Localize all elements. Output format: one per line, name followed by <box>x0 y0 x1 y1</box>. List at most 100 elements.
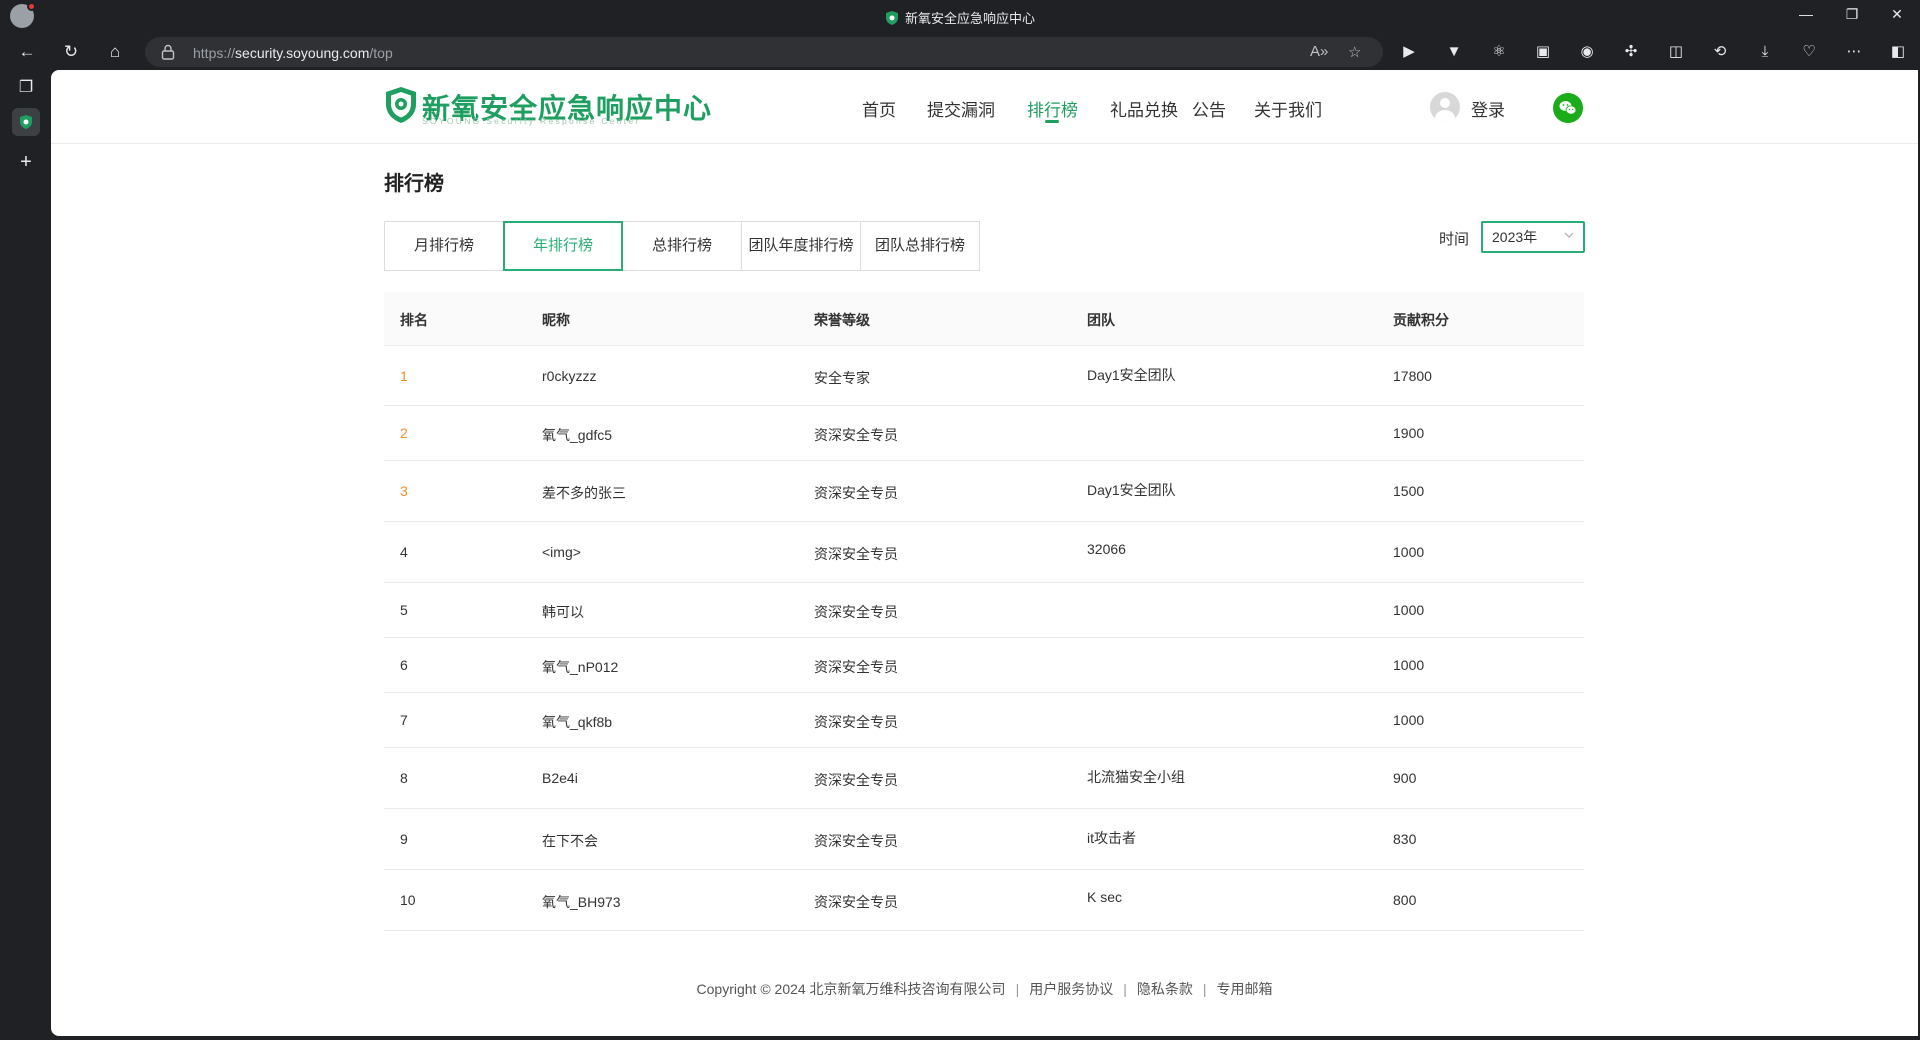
cell-level: 资深安全专员 <box>814 546 898 562</box>
read-aloud-icon[interactable]: A» <box>1310 43 1328 60</box>
header-team: 团队 <box>1087 312 1115 328</box>
nav-submit-vuln[interactable]: 提交漏洞 <box>927 96 995 121</box>
logo-shield-icon <box>386 87 416 123</box>
table-row[interactable]: 9 在下不会 资深安全专员 it攻击者 830 <box>384 809 1584 870</box>
time-label: 时间 <box>1439 231 1470 248</box>
tab-monthly[interactable]: 月排行榜 <box>384 221 504 271</box>
cell-rank: 8 <box>400 770 408 786</box>
nav-leaderboard[interactable]: 排行榜 <box>1027 96 1078 121</box>
cell-nickname: B2e4i <box>542 770 578 786</box>
cell-nickname: 氧气_nP012 <box>542 659 619 675</box>
browser-titlebar: 新氧安全应急响应中心 — ❐ ✕ <box>0 0 1920 34</box>
footer-link-email[interactable]: 专用邮箱 <box>1216 981 1272 997</box>
new-tab-icon[interactable]: + <box>12 148 40 176</box>
table-row[interactable]: 4 <img> 资深安全专员 32066 1000 <box>384 522 1584 583</box>
reload-icon[interactable]: ↻ <box>58 40 84 64</box>
split-screen-icon[interactable]: ◫ <box>1665 41 1687 63</box>
site-footer: Copyright © 2024 北京新氧万维科技咨询有限公司 | 用户服务协议 | 隐… <box>51 979 1918 999</box>
cell-points: 1000 <box>1393 544 1425 560</box>
browser-vertical-tabs: ❐ + <box>0 70 51 1040</box>
downloads-icon[interactable]: ⤓ <box>1754 41 1776 63</box>
cell-rank: 6 <box>400 657 408 673</box>
cell-nickname: 韩可以 <box>542 604 584 620</box>
page-viewport: 新氧安全应急响应中心 SOYOUNG Security Response Cen… <box>51 70 1918 1036</box>
minimize-icon[interactable]: — <box>1783 6 1829 28</box>
tab-yearly[interactable]: 年排行榜 <box>503 221 623 271</box>
cell-team: 北流猫安全小组 <box>1087 769 1185 785</box>
url-text: https://security.soyoung.com/top <box>193 45 393 61</box>
cell-level: 安全专家 <box>814 370 870 386</box>
home-icon[interactable]: ⌂ <box>102 40 128 64</box>
more-menu-icon[interactable]: ⋯ <box>1843 41 1865 63</box>
extensions-puzzle-icon[interactable]: ✣ <box>1620 41 1642 63</box>
cell-points: 17800 <box>1393 368 1432 384</box>
sidebar-toggle-icon[interactable]: ◧ <box>1887 41 1909 63</box>
footer-separator: | <box>1202 981 1207 997</box>
window-title-text: 新氧安全应急响应中心 <box>904 11 1035 26</box>
cell-points: 830 <box>1393 831 1417 847</box>
table-row[interactable]: 2 氧气_gdfc5 资深安全专员 1900 <box>384 406 1584 461</box>
cell-level: 资深安全专员 <box>814 714 898 730</box>
table-row[interactable]: 5 韩可以 资深安全专员 1000 <box>384 583 1584 638</box>
cell-rank: 4 <box>400 544 408 560</box>
url-host: security.soyoung.com <box>235 45 370 61</box>
window-title: 新氧安全应急响应中心 <box>0 8 1920 27</box>
year-select[interactable]: 2023年 <box>1481 221 1585 253</box>
cell-level: 资深安全专员 <box>814 427 898 443</box>
browser-toolbar: ← ↻ ⌂ https://security.soyoung.com/top A… <box>0 34 1920 70</box>
active-tab-favicon-icon[interactable] <box>12 108 40 136</box>
cell-level: 资深安全专员 <box>814 772 898 788</box>
wechat-glyph-icon <box>1559 101 1577 115</box>
cell-team: 32066 <box>1087 541 1126 557</box>
cell-rank: 3 <box>400 483 408 499</box>
table-row[interactable]: 6 氧气_nP012 资深安全专员 1000 <box>384 638 1584 693</box>
cell-points: 1900 <box>1393 425 1425 441</box>
performance-icon[interactable]: ♡ <box>1798 41 1820 63</box>
tab-actions-icon[interactable]: ❐ <box>12 74 40 102</box>
cell-team: Day1安全团队 <box>1087 482 1176 498</box>
chevron-down-icon <box>1564 232 1574 238</box>
table-row[interactable]: 7 氧气_qkf8b 资深安全专员 1000 <box>384 693 1584 748</box>
logo-subtitle: SOYOUNG Security Response Center <box>422 116 641 126</box>
site-header: 新氧安全应急响应中心 SOYOUNG Security Response Cen… <box>51 70 1918 144</box>
footer-link-terms[interactable]: 用户服务协议 <box>1029 981 1113 997</box>
cell-nickname: 在下不会 <box>542 833 598 849</box>
table-row[interactable]: 8 B2e4i 资深安全专员 北流猫安全小组 900 <box>384 748 1584 809</box>
nav-about[interactable]: 关于我们 <box>1254 96 1322 121</box>
back-icon[interactable]: ← <box>14 40 40 64</box>
cell-rank: 2 <box>400 425 408 441</box>
address-bar[interactable]: https://security.soyoung.com/top A» ☆ <box>145 37 1383 67</box>
wechat-icon[interactable] <box>1553 93 1583 123</box>
extension-face-icon[interactable]: ◉ <box>1576 41 1598 63</box>
tab-team-yearly[interactable]: 团队年度排行榜 <box>741 221 861 271</box>
table-row[interactable]: 10 氧气_BH973 资深安全专员 K sec 800 <box>384 870 1584 931</box>
table-row[interactable]: 3 差不多的张三 资深安全专员 Day1安全团队 1500 <box>384 461 1584 522</box>
react-icon[interactable]: ⚛ <box>1488 41 1510 63</box>
history-icon[interactable]: ⟲ <box>1709 41 1731 63</box>
extension-box-icon[interactable]: ▣ <box>1532 41 1554 63</box>
year-select-value: 2023年 <box>1492 229 1538 245</box>
cell-rank: 5 <box>400 602 408 618</box>
nav-announcements[interactable]: 公告 <box>1192 96 1226 121</box>
favorite-star-icon[interactable]: ☆ <box>1348 43 1361 61</box>
cell-points: 1000 <box>1393 712 1425 728</box>
cell-level: 资深安全专员 <box>814 604 898 620</box>
close-icon[interactable]: ✕ <box>1874 6 1920 28</box>
user-avatar-icon <box>1430 92 1460 122</box>
play-icon[interactable]: ▶ <box>1398 41 1420 63</box>
restore-icon[interactable]: ❐ <box>1829 6 1875 28</box>
tab-total[interactable]: 总排行榜 <box>622 221 742 271</box>
nav-gifts[interactable]: 礼品兑换 <box>1110 96 1178 121</box>
header-level: 荣誉等级 <box>814 312 870 328</box>
vue-devtools-icon[interactable]: ▼ <box>1443 41 1465 63</box>
cell-rank: 10 <box>400 892 416 908</box>
cell-points: 800 <box>1393 892 1417 908</box>
cell-nickname: 氧气_BH973 <box>542 894 621 910</box>
table-row[interactable]: 1 r0ckyzzz 安全专家 Day1安全团队 17800 <box>384 346 1584 406</box>
nav-home[interactable]: 首页 <box>862 96 896 121</box>
footer-separator: | <box>1123 981 1127 997</box>
cell-team: Day1安全团队 <box>1087 367 1176 383</box>
footer-link-privacy[interactable]: 隐私条款 <box>1137 981 1193 997</box>
tab-team-total[interactable]: 团队总排行榜 <box>860 221 980 271</box>
ranking-tabs: 月排行榜 年排行榜 总排行榜 团队年度排行榜 团队总排行榜 <box>384 221 980 273</box>
